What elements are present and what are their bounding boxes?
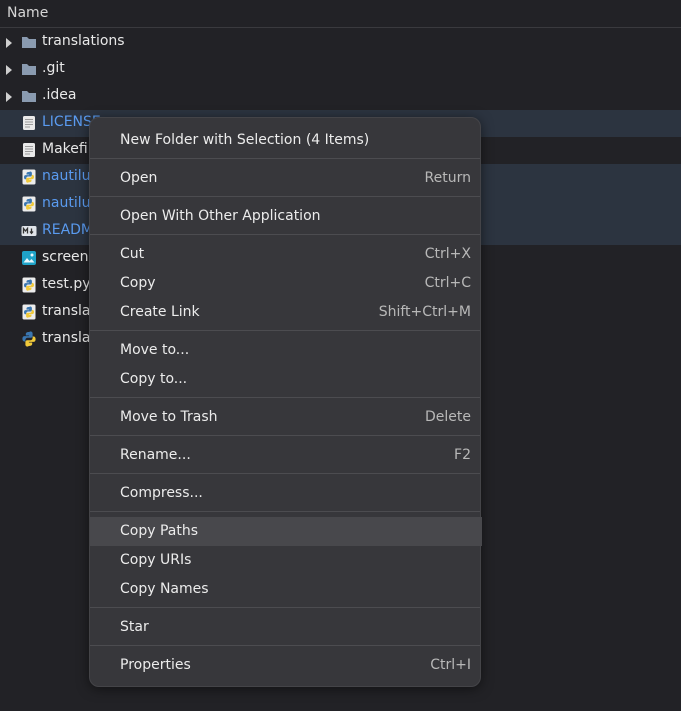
menu-item-move-to-trash[interactable]: Move to Trash Delete — [90, 403, 482, 432]
menu-item-label: Move to... — [120, 342, 190, 358]
menu-separator — [90, 435, 480, 436]
python-file-icon — [21, 196, 37, 212]
menu-item-label: Star — [120, 619, 149, 635]
menu-item-copy[interactable]: Copy Ctrl+C — [90, 269, 482, 298]
menu-item-create-link[interactable]: Create Link Shift+Ctrl+M — [90, 298, 482, 327]
menu-item-label: Move to Trash — [120, 409, 218, 425]
menu-separator — [90, 645, 480, 646]
menu-item-label: Copy URIs — [120, 552, 192, 568]
menu-item-accelerator: Return — [424, 170, 471, 186]
menu-item-accelerator: Delete — [425, 409, 471, 425]
file-row[interactable]: translations — [0, 29, 681, 56]
menu-item-label: Cut — [120, 246, 145, 262]
menu-item-accelerator: Ctrl+I — [430, 657, 471, 673]
file-name-label: screen — [42, 249, 89, 265]
menu-item-star[interactable]: Star — [90, 613, 482, 642]
menu-item-label: Open — [120, 170, 158, 186]
menu-item-cut[interactable]: Cut Ctrl+X — [90, 240, 482, 269]
menu-item-properties[interactable]: Properties Ctrl+I — [90, 651, 482, 680]
menu-separator — [90, 607, 480, 608]
menu-item-compress[interactable]: Compress... — [90, 479, 482, 508]
menu-separator — [90, 196, 480, 197]
menu-separator — [90, 158, 480, 159]
file-manager-window: Name translations .git .idea LICENSE Makefil… — [0, 0, 681, 711]
text-file-icon — [21, 142, 37, 158]
file-name-label: .idea — [42, 87, 77, 103]
menu-item-label: Copy Names — [120, 581, 209, 597]
menu-separator — [90, 511, 480, 512]
menu-item-copy-names[interactable]: Copy Names — [90, 575, 482, 604]
expander-arrow-icon[interactable] — [6, 65, 12, 75]
menu-item-label: Copy — [120, 275, 156, 291]
menu-separator — [90, 397, 480, 398]
menu-item-copy-paths[interactable]: Copy Paths — [90, 517, 482, 546]
column-header[interactable]: Name — [0, 0, 681, 28]
menu-item-accelerator: Ctrl+C — [424, 275, 471, 291]
menu-item-label: Compress... — [120, 485, 203, 501]
python-logo-icon — [21, 331, 37, 347]
menu-item-label: Copy Paths — [120, 523, 199, 539]
python-file-icon — [21, 277, 37, 293]
menu-item-open[interactable]: Open Return — [90, 164, 482, 193]
text-file-icon — [21, 115, 37, 131]
menu-item-accelerator: Shift+Ctrl+M — [378, 304, 471, 320]
menu-item-label: Open With Other Application — [120, 208, 321, 224]
file-row[interactable]: .git — [0, 56, 681, 83]
context-menu: New Folder with Selection (4 Items) Open… — [89, 117, 482, 687]
menu-item-copy-to[interactable]: Copy to... — [90, 365, 482, 394]
menu-separator — [90, 473, 480, 474]
menu-item-label: New Folder with Selection (4 Items) — [120, 132, 370, 148]
menu-item-new-folder-with-selection[interactable]: New Folder with Selection (4 Items) — [90, 126, 482, 155]
folder-icon — [21, 88, 37, 104]
file-name-label: transla — [42, 303, 91, 319]
menu-separator — [90, 234, 480, 235]
menu-item-accelerator: F2 — [454, 447, 471, 463]
menu-item-rename[interactable]: Rename... F2 — [90, 441, 482, 470]
python-file-icon — [21, 304, 37, 320]
markdown-file-icon — [21, 223, 37, 239]
menu-item-move-to[interactable]: Move to... — [90, 336, 482, 365]
file-name-label: test.py — [42, 276, 91, 292]
menu-separator — [90, 330, 480, 331]
menu-item-open-with-other-application[interactable]: Open With Other Application — [90, 202, 482, 231]
name-column-label[interactable]: Name — [7, 5, 48, 21]
file-name-label: translations — [42, 33, 125, 49]
menu-item-label: Rename... — [120, 447, 191, 463]
menu-item-copy-uris[interactable]: Copy URIs — [90, 546, 482, 575]
image-file-icon — [21, 250, 37, 266]
file-name-label: transla — [42, 330, 91, 346]
file-row[interactable]: .idea — [0, 83, 681, 110]
menu-item-label: Create Link — [120, 304, 200, 320]
menu-item-accelerator: Ctrl+X — [424, 246, 471, 262]
file-name-label: .git — [42, 60, 65, 76]
expander-arrow-icon[interactable] — [6, 92, 12, 102]
menu-item-label: Properties — [120, 657, 191, 673]
menu-item-label: Copy to... — [120, 371, 188, 387]
folder-icon — [21, 34, 37, 50]
python-file-icon — [21, 169, 37, 185]
expander-arrow-icon[interactable] — [6, 38, 12, 48]
folder-icon — [21, 61, 37, 77]
